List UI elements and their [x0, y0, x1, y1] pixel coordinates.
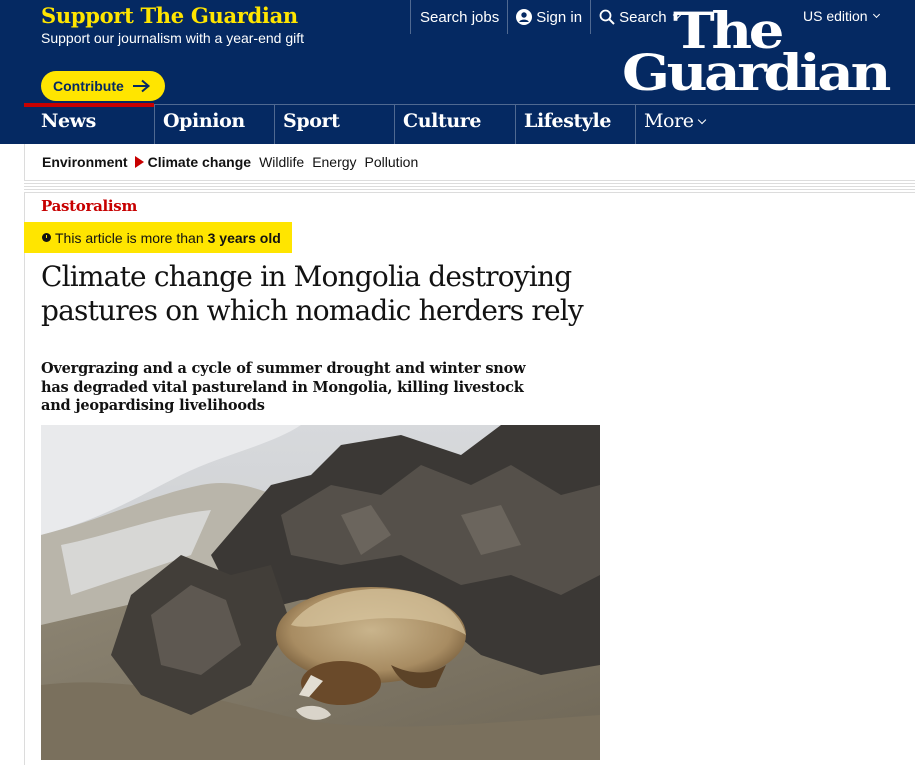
search-jobs-label: Search jobs: [420, 8, 500, 26]
user-icon: [516, 9, 533, 25]
magnifier-icon: [599, 9, 615, 25]
divider: [24, 183, 915, 184]
pillar-opinion[interactable]: Opinion: [154, 105, 274, 144]
chevron-down-icon: [872, 10, 880, 18]
pillar-sport[interactable]: Sport: [274, 105, 394, 144]
article-main-image: [41, 425, 600, 760]
pillar-more[interactable]: More: [635, 105, 755, 144]
pillar-label: More: [644, 110, 694, 132]
pillar-label: Opinion: [163, 110, 245, 132]
support-title: Support The Guardian: [41, 3, 298, 28]
pillar-nav: News Opinion Sport Culture Lifestyle Mor…: [24, 103, 915, 144]
divider: [24, 180, 915, 181]
subnav-item-wildlife[interactable]: Wildlife: [259, 154, 304, 170]
article-standfirst: Overgrazing and a cycle of summer drough…: [41, 360, 526, 414]
divider: [24, 189, 915, 190]
article-kicker[interactable]: Pastoralism: [41, 197, 137, 215]
arrow-right-icon: [132, 79, 150, 93]
support-subtitle: Support our journalism with a year-end g…: [41, 30, 305, 46]
triangle-right-icon: [134, 156, 144, 168]
pillar-news[interactable]: News: [24, 103, 154, 144]
pillar-label: Sport: [283, 110, 340, 132]
pillar-culture[interactable]: Culture: [394, 105, 514, 144]
contribute-label: Contribute: [53, 78, 124, 94]
pillar-label: Lifestyle: [524, 110, 612, 132]
section-subnav: Environment Climate change Wildlife Ener…: [24, 144, 915, 180]
age-prefix: This article is more than: [55, 229, 204, 246]
divider: [24, 186, 915, 187]
age-value: 3 years old: [207, 229, 281, 246]
edition-picker[interactable]: US edition: [803, 8, 880, 24]
subnav-item-energy[interactable]: Energy: [312, 154, 356, 170]
pillar-label: News: [41, 110, 96, 132]
edition-label: US edition: [803, 8, 868, 24]
clock-icon: [42, 233, 51, 242]
article-headline: Climate change in Mongolia destroying pa…: [41, 260, 584, 327]
contribute-button[interactable]: Contribute: [41, 71, 165, 101]
search-jobs-link[interactable]: Search jobs: [410, 0, 507, 34]
sign-in-label: Sign in: [536, 8, 583, 26]
chevron-down-icon: [697, 115, 707, 125]
subnav-current[interactable]: Climate change: [148, 154, 251, 170]
pillar-label: Culture: [403, 110, 482, 132]
sign-in-link[interactable]: Sign in: [507, 0, 590, 34]
subnav-item-pollution[interactable]: Pollution: [365, 154, 419, 170]
column-divider: [24, 192, 25, 765]
masthead: Support The Guardian Support our journal…: [0, 0, 915, 144]
divider: [24, 192, 915, 193]
pillar-lifestyle[interactable]: Lifestyle: [515, 105, 635, 144]
article-age-warning: This article is more than 3 years old: [24, 222, 292, 253]
subnav-section[interactable]: Environment: [42, 154, 128, 170]
logo-line-2: Guardian: [622, 43, 891, 100]
